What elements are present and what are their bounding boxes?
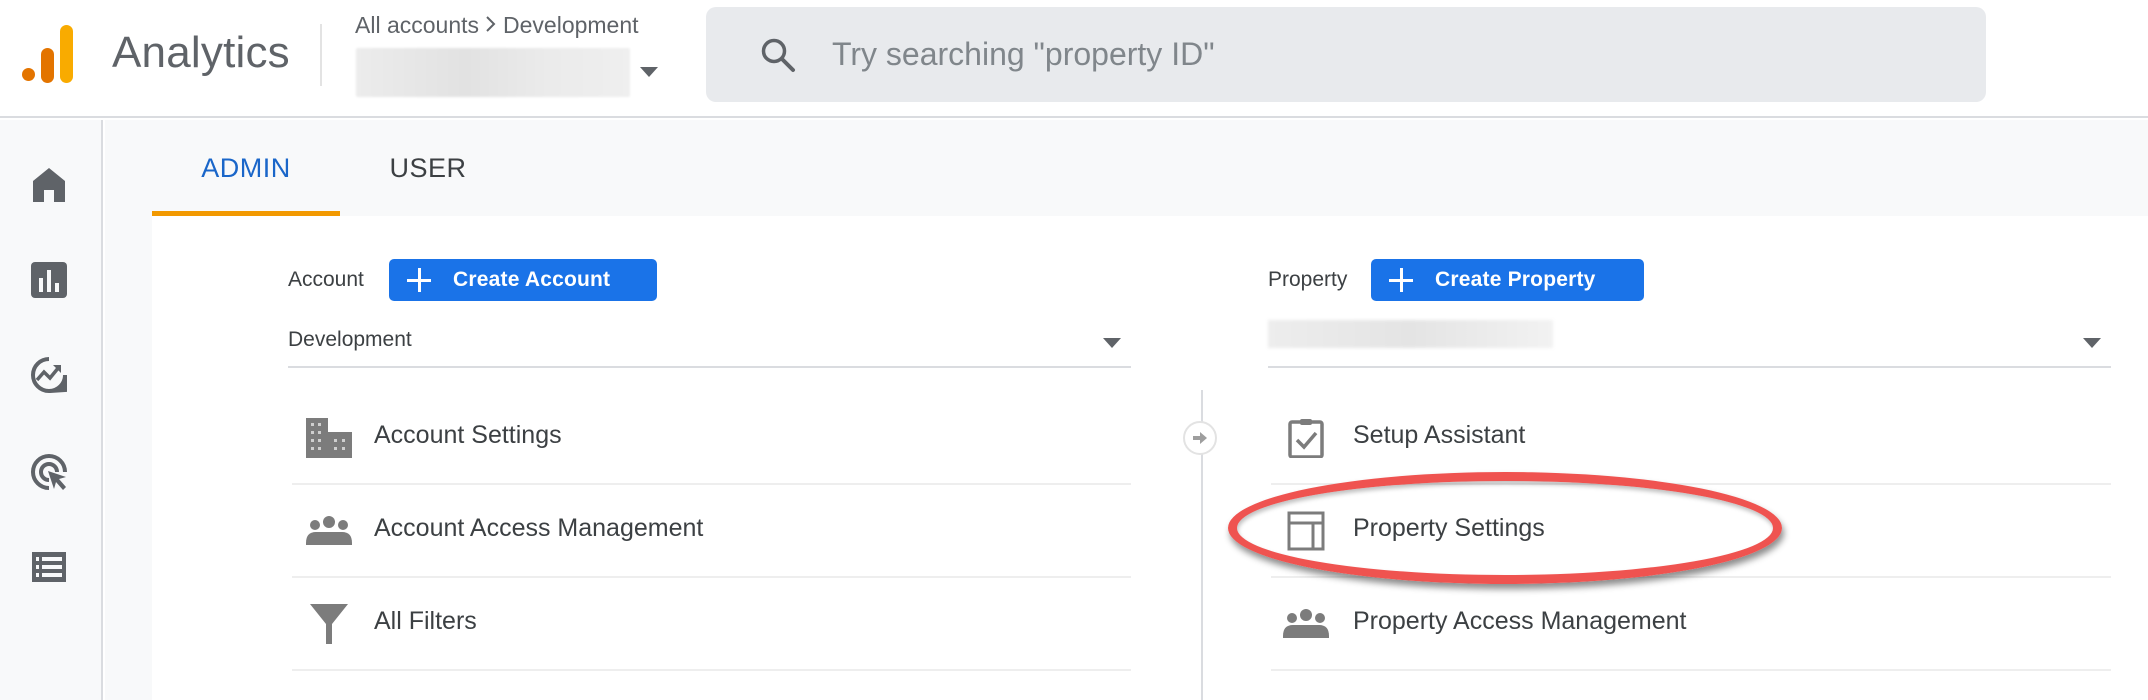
tab-admin[interactable]: ADMIN [152, 120, 340, 216]
property-settings-label: Property Settings [1353, 514, 1545, 542]
people-icon [306, 511, 352, 551]
search-bar[interactable] [706, 7, 1986, 102]
analytics-logo[interactable] [22, 25, 74, 83]
nav-configure[interactable] [28, 546, 70, 588]
search-input[interactable] [832, 7, 1932, 102]
top-header: Analytics All accounts Development [0, 0, 2148, 118]
account-property-selector-redacted[interactable] [356, 48, 630, 97]
list-icon [28, 552, 70, 592]
logo-dot [22, 68, 35, 81]
account-select-value: Development [288, 328, 412, 351]
plus-icon [407, 268, 431, 292]
nav-advertising[interactable] [28, 451, 70, 493]
account-settings-label: Account Settings [374, 421, 562, 449]
breadcrumb-development[interactable]: Development [503, 12, 639, 38]
people-icon [1283, 604, 1329, 644]
logo-bar-mid [41, 48, 54, 83]
property-select-value-redacted [1268, 320, 1553, 348]
filter-icon [310, 604, 356, 644]
dropdown-arrow-icon [2083, 338, 2101, 348]
breadcrumb-all-accounts[interactable]: All accounts [355, 12, 479, 38]
property-access-management-label: Property Access Management [1353, 607, 1687, 635]
nav-explore[interactable] [28, 354, 70, 396]
dropdown-arrow-icon [1103, 338, 1121, 348]
admin-panel: Account Create Account Development Accou… [152, 216, 2148, 700]
account-access-management-label: Account Access Management [374, 514, 704, 542]
breadcrumb[interactable]: All accounts Development [355, 12, 639, 39]
expand-arrow-button[interactable] [1183, 421, 1217, 455]
account-select[interactable]: Development [288, 316, 1131, 368]
building-icon [306, 418, 352, 458]
create-account-button[interactable]: Create Account [389, 259, 657, 301]
account-settings-item[interactable]: Account Settings [292, 392, 1131, 485]
account-column-label: Account [288, 268, 364, 291]
property-select[interactable] [1268, 316, 2111, 368]
chevron-right-icon [485, 12, 497, 39]
create-property-label: Create Property [1435, 268, 1596, 291]
logo-bar-tall [60, 25, 73, 83]
nav-reports[interactable] [28, 259, 70, 301]
home-icon [28, 168, 70, 210]
search-icon [758, 35, 798, 75]
bar-chart-icon [28, 262, 70, 305]
setup-assistant-label: Setup Assistant [1353, 421, 1526, 449]
all-filters-label: All Filters [374, 607, 477, 635]
explore-trend-icon [28, 357, 70, 400]
admin-main: ADMIN USER Account Create Account Develo… [105, 120, 2148, 700]
plus-icon [1389, 268, 1413, 292]
property-settings-item[interactable]: Property Settings [1271, 485, 2111, 578]
nav-home[interactable] [28, 164, 70, 206]
account-access-management-item[interactable]: Account Access Management [292, 485, 1131, 578]
layout-icon [1287, 511, 1333, 551]
create-property-button[interactable]: Create Property [1371, 259, 1644, 301]
clipboard-check-icon [1287, 418, 1333, 459]
dropdown-arrow-icon[interactable] [640, 67, 658, 77]
create-account-label: Create Account [453, 268, 611, 291]
left-nav-sidebar [0, 120, 103, 700]
property-column-label: Property [1268, 268, 1348, 291]
property-access-management-item[interactable]: Property Access Management [1271, 578, 2111, 671]
app-title: Analytics [112, 28, 290, 77]
tab-user[interactable]: USER [340, 120, 516, 216]
header-divider [320, 24, 322, 86]
target-cursor-icon [28, 454, 70, 497]
all-filters-item[interactable]: All Filters [292, 578, 1131, 671]
setup-assistant-item[interactable]: Setup Assistant [1271, 392, 2111, 485]
